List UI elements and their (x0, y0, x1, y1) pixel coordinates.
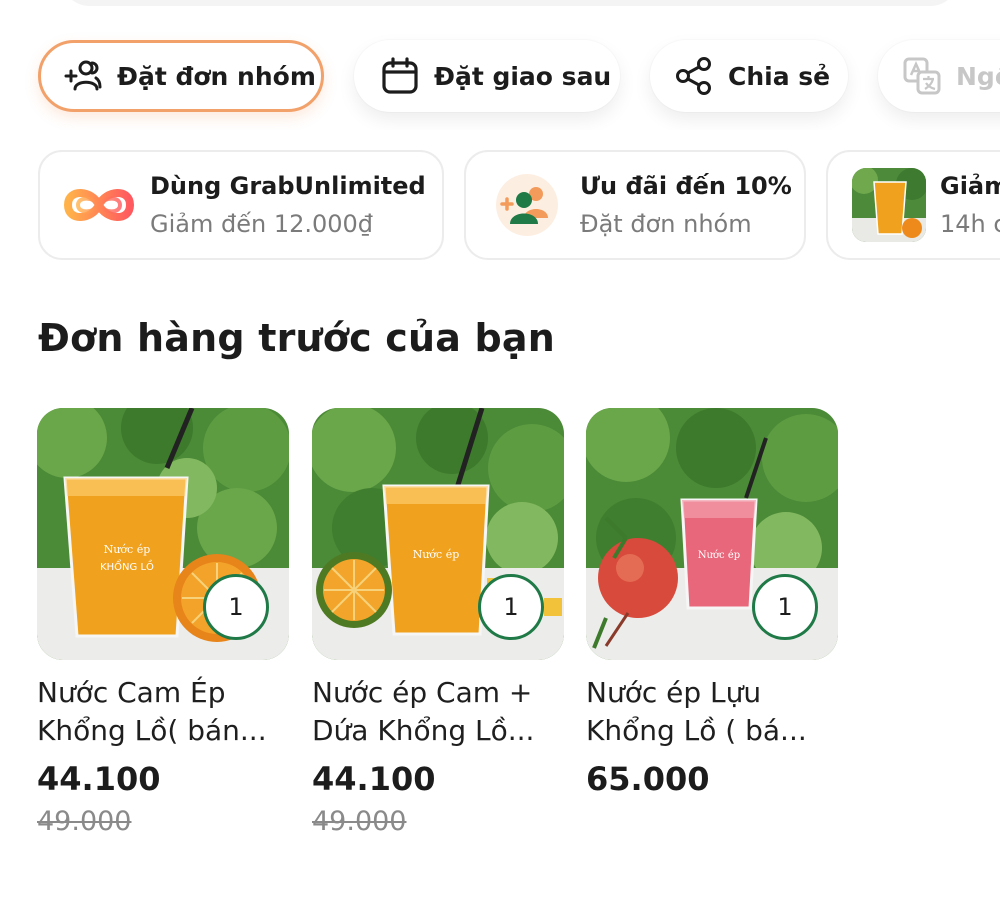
schedule-delivery-button[interactable]: Đặt giao sau (354, 40, 620, 112)
translate-icon (902, 56, 942, 96)
share-label: Chia sẻ (728, 61, 831, 91)
product-name-line1: Nước Cam Ép (37, 676, 226, 709)
translate-label: Ngô (956, 61, 1000, 91)
quantity-badge: 1 (478, 574, 544, 640)
calendar-icon (380, 56, 420, 96)
group-order-button[interactable]: Đặt đơn nhóm (38, 40, 324, 112)
svg-text:Nước ép: Nước ép (104, 543, 151, 556)
promo-card-row: Dùng GrabUnlimited Giảm đến 12.000₫ Ưu đ… (0, 148, 1000, 264)
previous-order-item[interactable]: Nước ép 1 Nước ép Cam + Dứa Khổng Lồ... … (312, 408, 564, 837)
group-discount-icon (488, 166, 566, 244)
promo-subtitle: Giảm đến 12.000₫ (150, 210, 374, 238)
previous-orders-title: Đơn hàng trước của bạn (38, 316, 555, 360)
promo-subtitle: Đặt đơn nhóm (580, 210, 752, 238)
group-order-label: Đặt đơn nhóm (117, 61, 316, 91)
promo-card-partial[interactable]: Giảm 14h c (826, 150, 1000, 260)
product-name-line2: Khổng Lồ( bán... (37, 714, 267, 747)
product-price: 44.100 (312, 760, 436, 798)
product-name-line2: Dứa Khổng Lồ... (312, 714, 535, 747)
promo-title: Dùng GrabUnlimited (150, 172, 426, 200)
promo-title: Giảm (940, 172, 1000, 200)
previous-order-item[interactable]: Nước ép 1 Nước ép Lựu Khổng Lồ ( bá... 6… (586, 408, 838, 798)
product-name: Nước ép Cam + Dứa Khổng Lồ... (312, 674, 574, 750)
product-image: Nước ép KHỔNG LỒ 1 (37, 408, 289, 660)
previous-order-item[interactable]: Nước ép KHỔNG LỒ 1 Nước Cam Ép Khổng Lồ(… (37, 408, 289, 837)
promo-drink-thumbnail (852, 168, 926, 242)
grab-unlimited-icon (62, 166, 136, 244)
action-chip-row: Đặt đơn nhóm Đặt giao sau Chia sẻ Ng (0, 0, 1000, 130)
add-group-icon (63, 56, 103, 96)
original-price: 49.000 (312, 806, 407, 837)
product-name-line1: Nước ép Lựu (586, 676, 762, 709)
product-name-line2: Khổng Lồ ( bá... (586, 714, 807, 747)
schedule-delivery-label: Đặt giao sau (434, 61, 612, 91)
share-button[interactable]: Chia sẻ (650, 40, 848, 112)
promo-card-grabunlimited[interactable]: Dùng GrabUnlimited Giảm đến 12.000₫ (38, 150, 444, 260)
quantity-badge: 1 (203, 574, 269, 640)
product-name-line1: Nước ép Cam + (312, 676, 533, 709)
translate-button[interactable]: Ngô (878, 40, 1000, 112)
product-name: Nước ép Lựu Khổng Lồ ( bá... (586, 674, 848, 750)
product-image: Nước ép 1 (312, 408, 564, 660)
product-price: 44.100 (37, 760, 161, 798)
quantity-badge: 1 (752, 574, 818, 640)
product-name: Nước Cam Ép Khổng Lồ( bán... (37, 674, 299, 750)
svg-text:Nước ép: Nước ép (413, 548, 460, 561)
original-price: 49.000 (37, 806, 132, 837)
promo-subtitle: 14h c (940, 210, 1000, 238)
share-icon (674, 56, 714, 96)
promo-title: Ưu đãi đến 10% (580, 172, 792, 200)
product-price: 65.000 (586, 760, 710, 798)
promo-card-group-discount[interactable]: Ưu đãi đến 10% Đặt đơn nhóm (464, 150, 806, 260)
svg-text:Nước ép: Nước ép (698, 550, 740, 561)
product-image: Nước ép 1 (586, 408, 838, 660)
